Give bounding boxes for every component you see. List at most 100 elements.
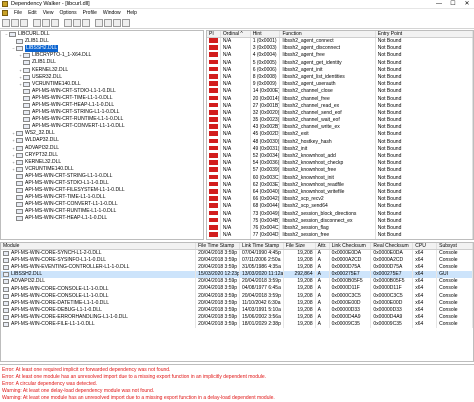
col-file-time-stamp[interactable]: File Time Stamp	[196, 243, 240, 249]
tree-item[interactable]: + VCRUNTIME140.DLL	[1, 81, 203, 88]
menu-options[interactable]: Options	[59, 10, 76, 16]
col-attr[interactable]: Attr.	[316, 243, 330, 249]
module-row[interactable]: API-MS-WIN-CORE-DEBUG-L1-1-0.DLL 20/04/20…	[1, 306, 473, 314]
function-row[interactable]: N/A 64 (0x0040) libssh2_knownhost_writefil…	[207, 188, 473, 197]
view-icon[interactable]	[95, 18, 103, 27]
menu-edit[interactable]: Edit	[28, 10, 37, 16]
function-row[interactable]: N/A 62 (0x003E) libssh2_knownhost_readfile…	[207, 181, 473, 189]
function-row[interactable]: N/A 8 (0x0008) libssh2_agent_list_identiti…	[207, 73, 473, 82]
tree-item[interactable]: − LIBSSH2.DLL	[1, 45, 203, 53]
tree-item[interactable]: + KERNEL32.DLL	[1, 159, 203, 166]
function-row[interactable]: N/A 68 (0x0044) libssh2_scp_send64 Not Boun…	[207, 203, 473, 211]
function-row[interactable]: N/A 76 (0x004C) libssh2_session_flag Not Bo…	[207, 224, 473, 233]
tree-item[interactable]: + CRYPT32.DLL	[1, 152, 203, 159]
function-row[interactable]: N/A 57 (0x0039) libssh2_knownhost_free Not …	[207, 167, 473, 175]
tree-item[interactable]: + ADVAPI32.DLL	[1, 145, 203, 152]
undecorate-icon[interactable]	[82, 18, 90, 27]
tree-item[interactable]: API-MS-WIN-CRT-TIME-L1-1-0.DLL	[1, 194, 203, 201]
doc-icon[interactable]	[2, 10, 8, 16]
module-row[interactable]: API-MS-WIN-CORE-SYNCH-L1-2-0.DLL 20/04/20…	[1, 250, 473, 258]
function-row[interactable]: N/A 66 (0x0042) libssh2_scp_recv2 Not Bound	[207, 196, 473, 204]
collapse-icon[interactable]	[51, 18, 59, 27]
function-row[interactable]: N/A 52 (0x0034) libssh2_knownhost_add Not B…	[207, 153, 473, 161]
function-row[interactable]: N/A 77 (0x004D) libssh2_session_free Not Bo…	[207, 232, 473, 239]
function-row[interactable]: N/A 6 (0x0006) libssh2_agent_init Not Bound	[207, 66, 473, 74]
function-row[interactable]: N/A 32 (0x0020) libssh2_channel_send_eof No…	[207, 109, 473, 118]
module-row[interactable]: ADVAPI32.DLL 20/04/2018 3:59p 20/04/2018 3…	[1, 278, 473, 286]
find-icon[interactable]	[33, 18, 41, 27]
module-list-icon[interactable]	[104, 18, 112, 27]
tree-item[interactable]: API-MS-WIN-CRT-TIME-L1-1-0.DLL	[1, 95, 203, 102]
module-row[interactable]: API-MS-WIN-CORE-CONSOLE-L1-1-0.DLL 20/04/…	[1, 292, 473, 300]
copy-icon[interactable]	[20, 18, 28, 27]
module-row[interactable]: API-MS-WIN-CORE-CONSOLE-L1-1-0.DLL 20/04/…	[1, 285, 473, 293]
function-row[interactable]: N/A 3 (0x0003) libssh2_agent_disconnect Not…	[207, 45, 473, 53]
function-row[interactable]: N/A79 (0x004F)libssh2_session_handshakeN…	[207, 239, 473, 240]
function-row[interactable]: N/A 35 (0x0023) libssh2_channel_wait_eof No…	[207, 117, 473, 125]
tree-item[interactable]: API-MS-WIN-CRT-STDIO-L1-1-0.DLL	[1, 180, 203, 187]
help-icon[interactable]	[122, 18, 130, 27]
module-tree[interactable]: − LIBCURL.DLL ZLIB1.DLL − LIBSSH2.DLL + LIBCRY…	[0, 30, 204, 240]
col-entry-point[interactable]: Entry Point	[376, 31, 473, 37]
function-row[interactable]: N/A 49 (0x0031) libssh2_init Not Bound	[207, 145, 473, 153]
function-row[interactable]: N/A 73 (0x0049) libssh2_session_block_dire…	[207, 210, 473, 218]
tree-item[interactable]: API-MS-WIN-CRT-RUNTIME-L1-1-0.DLL	[1, 116, 203, 123]
menu-profile[interactable]: Profile	[83, 10, 97, 16]
module-row[interactable]: LIBSSH2.DLL 15/03/2020 12:23p 13/03/2020 1…	[1, 271, 473, 279]
tree-item[interactable]: API-MS-WIN-CRT-STDIO-L1-1-0.DLL	[1, 88, 203, 95]
function-row[interactable]: N/A 5 (0x0005) libssh2_agent_get_identity N…	[207, 59, 473, 67]
col-link-checksum[interactable]: Link Checksum	[330, 243, 372, 249]
col-pi[interactable]: PI	[207, 31, 221, 37]
tree-item[interactable]: + WS2_32.DLL	[1, 130, 203, 137]
col-cpu[interactable]: CPU	[413, 243, 438, 249]
menu-window[interactable]: Window	[103, 10, 121, 16]
function-row[interactable]: N/A 1 (0x0001) libssh2_agent_connect Not Bo…	[207, 38, 473, 46]
module-row[interactable]: API-MS-WIN-CORE-ERRORHANDLING-L1-1-0.DLL…	[1, 313, 473, 321]
function-list[interactable]: PI Ordinal ^ Hint Function Entry Point N…	[206, 30, 474, 240]
menu-help[interactable]: Help	[127, 10, 137, 16]
tree-item[interactable]: + KERNEL32.DLL	[1, 66, 203, 73]
tree-item[interactable]: − LIBCURL.DLL	[1, 31, 203, 38]
close-button[interactable]: ✕	[460, 0, 474, 9]
col-file-size[interactable]: File Size	[284, 243, 316, 249]
function-row[interactable]: N/A 9 (0x0009) libssh2_agent_userauth Not B…	[207, 81, 473, 89]
function-row[interactable]: N/A 4 (0x0004) libssh2_agent_free Not Bound	[207, 52, 473, 60]
maximize-button[interactable]: ☐	[446, 0, 460, 9]
module-list[interactable]: Module File Time Stamp Link Time Stamp F…	[0, 242, 474, 362]
tree-item[interactable]: + LIBCRYPTO-1_1-X64.DLL	[1, 52, 203, 59]
expand-icon[interactable]	[42, 18, 50, 27]
module-row[interactable]: API-MS-WIN-CORE-SYSINFO-L1-1-0.DLL 20/04/…	[1, 257, 473, 265]
tree-item[interactable]: API-MS-WIN-CRT-STRING-L1-1-0.DLL	[1, 109, 203, 116]
tree-item[interactable]: API-MS-WIN-CRT-RUNTIME-L1-1-0.DLL	[1, 208, 203, 215]
menu-file[interactable]: File	[14, 10, 22, 16]
minimize-button[interactable]: —	[432, 0, 446, 9]
function-row[interactable]: N/A 75 (0x004B) libssh2_session_disconnect…	[207, 217, 473, 225]
tree-item[interactable]: API-MS-WIN-CRT-HEAP-L1-1-0.DLL	[1, 102, 203, 109]
tree-item[interactable]: + WLDAP32.DLL	[1, 137, 203, 144]
tree-item[interactable]: ZLIB1.DLL	[1, 59, 203, 66]
function-row[interactable]: N/A 54 (0x0036) libssh2_knownhost_checkp No…	[207, 160, 473, 168]
open-icon[interactable]	[2, 18, 10, 27]
full-paths-icon[interactable]	[73, 18, 81, 27]
tree-item[interactable]: + USER32.DLL	[1, 74, 203, 81]
module-row[interactable]: API-MS-WIN-CORE-FILE-L1-1-0.DLL 20/04/201…	[1, 320, 473, 329]
tree-item[interactable]: API-MS-WIN-CRT-CONVERT-L1-1-0.DLL	[1, 201, 203, 208]
function-row[interactable]: N/A 27 (0x001B) libssh2_channel_read_ex Not…	[207, 102, 473, 110]
function-row[interactable]: N/A 60 (0x003C) libssh2_knownhost_init Not …	[207, 174, 473, 182]
col-subsystem[interactable]: Subsyst	[437, 243, 473, 249]
tree-item[interactable]: ZLIB1.DLL	[1, 38, 203, 45]
save-icon[interactable]	[11, 18, 19, 27]
function-row[interactable]: N/A 43 (0x002B) libssh2_channel_write_ex No…	[207, 124, 473, 132]
tree-item[interactable]: API-MS-WIN-CRT-CONVERT-L1-1-0.DLL	[1, 123, 203, 130]
col-ordinal[interactable]: Ordinal ^	[221, 31, 251, 37]
function-row[interactable]: N/A 48 (0x0030) libssh2_hostkey_hash Not Bo…	[207, 138, 473, 146]
module-row[interactable]: API-MS-WIN-EVENTING-CONTROLLER-L1-1-0.DL…	[1, 264, 473, 272]
tree-item[interactable]: API-MS-WIN-CRT-STRING-L1-1-0.DLL	[1, 173, 203, 180]
tree-item[interactable]: API-MS-WIN-CRT-FILESYSTEM-L1-1-0.DLL	[1, 187, 203, 194]
col-real-checksum[interactable]: Real Checksum	[371, 243, 414, 249]
tree-item[interactable]: API-MS-WIN-CRT-HEAP-L1-1-0.DLL	[1, 215, 203, 222]
properties-icon[interactable]	[113, 18, 121, 27]
module-row[interactable]: API-MS-WIN-CORE-DATETIME-L1-1-0.DLL 20/04…	[1, 299, 473, 307]
function-row[interactable]: N/A 20 (0x0014) libssh2_channel_free Not Bo…	[207, 95, 473, 103]
function-row[interactable]: N/A 14 (0x000E) libssh2_channel_close Not B…	[207, 88, 473, 96]
